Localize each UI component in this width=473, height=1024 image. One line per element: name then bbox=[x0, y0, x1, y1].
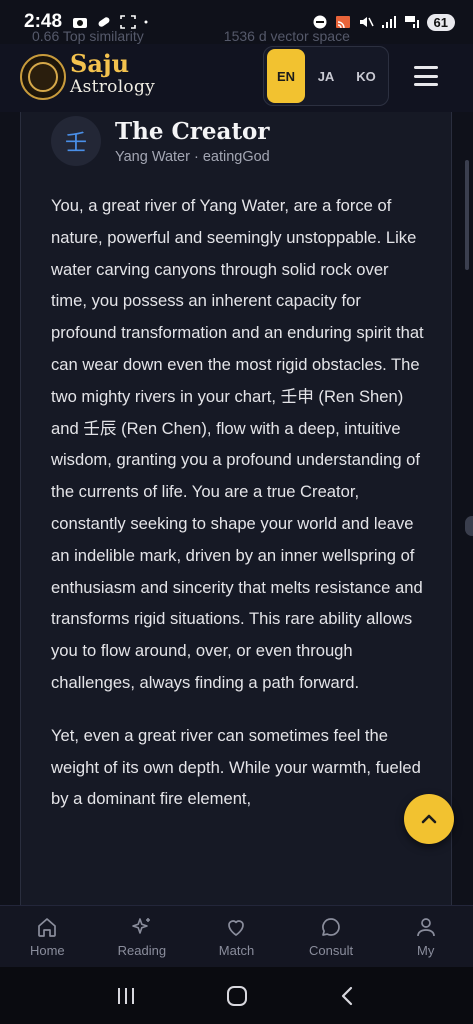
language-switcher: EN JA KO bbox=[263, 46, 389, 106]
reading-paragraph: You, a great river of Yang Water, are a … bbox=[51, 196, 424, 692]
nav-consult[interactable]: Consult bbox=[284, 906, 379, 967]
notification-icons bbox=[72, 15, 152, 29]
reading-paragraph: Yet, even a great river can sometimes fe… bbox=[51, 725, 421, 809]
chat-icon bbox=[322, 918, 340, 936]
signal-icon bbox=[381, 16, 396, 28]
nav-match[interactable]: Match bbox=[189, 906, 284, 967]
sparkle-icon bbox=[132, 918, 150, 934]
nav-home-label: Home bbox=[29, 943, 65, 958]
lang-ko-button[interactable]: KO bbox=[347, 49, 385, 103]
system-indicators: 61 bbox=[312, 13, 455, 31]
card-header: 壬 The Creator Yang Water · eatingGod bbox=[51, 116, 270, 166]
mute-icon bbox=[359, 17, 374, 27]
nav-reading-label: Reading bbox=[117, 943, 167, 958]
brand-wordmark[interactable]: Saju Astrology bbox=[70, 52, 155, 96]
dnd-icon bbox=[313, 15, 327, 29]
user-icon bbox=[416, 918, 435, 937]
brand-line-2: Astrology bbox=[70, 77, 156, 97]
nav-my[interactable]: My bbox=[378, 906, 473, 967]
nav-match-label: Match bbox=[218, 943, 255, 958]
element-glyph-icon: 壬 bbox=[51, 116, 101, 166]
5g-signal-icon bbox=[404, 16, 419, 28]
scroll-top-button[interactable] bbox=[404, 794, 454, 844]
screenshot-icon bbox=[120, 15, 136, 29]
heart-icon bbox=[228, 920, 245, 936]
saju-logo-icon[interactable] bbox=[20, 54, 66, 100]
hamburger-menu-icon[interactable] bbox=[414, 66, 438, 86]
camera-icon bbox=[73, 18, 88, 28]
brand-line-1: Saju bbox=[70, 49, 130, 78]
nav-home[interactable]: Home bbox=[0, 906, 95, 967]
pill-icon bbox=[98, 17, 110, 27]
home-icon bbox=[38, 918, 57, 937]
nav-my-label: My bbox=[417, 943, 435, 958]
system-navigation bbox=[0, 967, 473, 1024]
status-bar: 2:48 61 bbox=[0, 0, 473, 44]
app-header: Saju Astrology EN JA KO bbox=[0, 44, 473, 112]
card-subtitle: Yang Water · eatingGod bbox=[115, 148, 270, 165]
cast-icon bbox=[335, 16, 350, 29]
status-time: 2:48 bbox=[24, 11, 63, 32]
card-title: The Creator bbox=[115, 117, 270, 145]
edge-handle[interactable] bbox=[465, 516, 473, 536]
chevron-up-icon bbox=[421, 814, 437, 824]
reading-body: You, a great river of Yang Water, are a … bbox=[51, 190, 429, 836]
lang-ja-button[interactable]: JA bbox=[307, 49, 345, 103]
nav-consult-label: Consult bbox=[309, 943, 354, 958]
nav-reading[interactable]: Reading bbox=[95, 906, 190, 967]
reading-card: 壬 The Creator Yang Water · eatingGod You… bbox=[20, 100, 452, 910]
lang-en-button[interactable]: EN bbox=[267, 49, 305, 103]
scrollbar[interactable] bbox=[465, 160, 469, 270]
back-icon[interactable] bbox=[337, 985, 359, 1007]
recent-apps-icon[interactable] bbox=[115, 986, 137, 1006]
battery-indicator: 61 bbox=[426, 13, 455, 31]
home-button-icon[interactable] bbox=[226, 985, 248, 1007]
dot-icon bbox=[144, 20, 148, 24]
bottom-nav: Home Reading Match Consult My bbox=[0, 905, 473, 967]
